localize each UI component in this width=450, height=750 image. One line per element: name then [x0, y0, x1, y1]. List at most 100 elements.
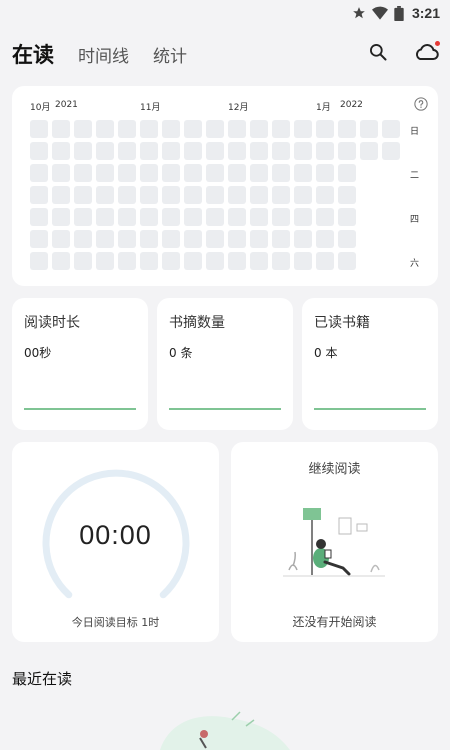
- heatmap-day-cell: [250, 164, 268, 182]
- heatmap-day-cell: [206, 208, 224, 226]
- heatmap-day-cell: [162, 230, 180, 248]
- heatmap-day-cell: [52, 164, 70, 182]
- heatmap-day-cell: [118, 208, 136, 226]
- heatmap-day-cell: [74, 120, 92, 138]
- heatmap-day-cell: [316, 252, 334, 270]
- heatmap-day-cell: [30, 164, 48, 182]
- battery-icon: [394, 5, 404, 21]
- stat-title: 书摘数量: [169, 315, 225, 331]
- heatmap-day-cell: [118, 252, 136, 270]
- status-bar: 3:21: [0, 0, 450, 26]
- tab-statistics[interactable]: 统计: [153, 42, 187, 67]
- heatmap-day-cell: [294, 120, 312, 138]
- heatmap-day-cell: [206, 164, 224, 182]
- heatmap-day-cell: [228, 252, 246, 270]
- continue-reading-card[interactable]: 继续阅读 还没有开始阅读: [231, 442, 438, 642]
- heatmap-day-cell: [140, 120, 158, 138]
- heatmap-day-cell: [184, 186, 202, 204]
- stat-trend-line: [24, 408, 136, 410]
- heatmap-day-cell: [52, 120, 70, 138]
- heatmap-day-cell: [52, 230, 70, 248]
- heatmap-day-cell: [294, 208, 312, 226]
- books-read-card[interactable]: 已读书籍 0 本: [302, 298, 438, 430]
- heatmap-day-cell: [140, 252, 158, 270]
- cloud-sync-button[interactable]: [412, 40, 440, 68]
- tab-reading[interactable]: 在读: [12, 39, 54, 69]
- heatmap-day-cell: [272, 208, 290, 226]
- cloud-icon: [413, 42, 439, 66]
- notification-dot: [435, 41, 440, 46]
- heatmap-day-cell: [74, 230, 92, 248]
- heatmap-day-cell: [96, 230, 114, 248]
- heatmap-day-cell: [206, 230, 224, 248]
- heatmap-day-cell: [272, 164, 290, 182]
- heatmap-day-cell: [118, 230, 136, 248]
- heatmap-day-cell: [206, 142, 224, 160]
- heatmap-day-cell: [52, 252, 70, 270]
- heatmap-day-cell: [96, 120, 114, 138]
- excerpt-count-card[interactable]: 书摘数量 0 条: [157, 298, 293, 430]
- wifi-icon: [371, 6, 388, 20]
- heatmap-day-cell: [360, 120, 378, 138]
- heatmap-day-cell: [294, 164, 312, 182]
- reading-time-card[interactable]: 阅读时长 00秒: [12, 298, 148, 430]
- heatmap-day-cell: [140, 186, 158, 204]
- heatmap-day-cell: [140, 208, 158, 226]
- heatmap-day-cell: [96, 142, 114, 160]
- header-actions: [364, 40, 440, 68]
- heatmap-day-cell: [30, 252, 48, 270]
- heatmap-day-cell: [316, 164, 334, 182]
- heatmap-day-cell: [316, 208, 334, 226]
- weekday-label: 六: [410, 259, 420, 269]
- help-icon[interactable]: [414, 96, 428, 115]
- heatmap-day-cell: [338, 186, 356, 204]
- stat-title: 已读书籍: [314, 315, 370, 331]
- heatmap-day-cell: [96, 186, 114, 204]
- heatmap-day-cell: [338, 164, 356, 182]
- heatmap-day-cell: [294, 252, 312, 270]
- heatmap-day-cell: [96, 164, 114, 182]
- stat-trend-line: [169, 408, 281, 410]
- stat-value: 00秒: [24, 346, 52, 360]
- recent-reading-title: 最近在读: [12, 670, 73, 688]
- heatmap-day-cell: [30, 186, 48, 204]
- heatmap-day-cell: [382, 142, 400, 160]
- tab-timeline[interactable]: 时间线: [78, 42, 129, 67]
- recent-empty-illustration: [160, 711, 290, 750]
- heatmap-day-cell: [338, 230, 356, 248]
- heatmap-day-cell: [250, 142, 268, 160]
- heatmap-day-cell: [228, 120, 246, 138]
- heatmap-day-cell: [228, 208, 246, 226]
- heatmap-day-cell: [250, 252, 268, 270]
- heatmap-day-cell: [228, 230, 246, 248]
- no-reading-message: 还没有开始阅读: [292, 615, 377, 629]
- heatmap-day-cell: [118, 120, 136, 138]
- heatmap-day-cell: [250, 230, 268, 248]
- heatmap-day-cell: [184, 252, 202, 270]
- reading-timer-card[interactable]: 00:00 今日阅读目标 1时: [12, 442, 219, 642]
- stat-trend-line: [314, 408, 426, 410]
- heatmap-day-cell: [294, 230, 312, 248]
- reading-person-illustration: [283, 508, 385, 577]
- search-button[interactable]: [364, 40, 392, 68]
- heatmap-day-cell: [162, 142, 180, 160]
- heatmap-day-cell: [162, 208, 180, 226]
- heatmap-day-cell: [184, 120, 202, 138]
- year-label: 2022: [340, 100, 363, 110]
- heatmap-day-cell: [272, 252, 290, 270]
- weekday-label: 日: [410, 127, 420, 137]
- month-label: 11月: [140, 103, 161, 113]
- heatmap-day-cell: [162, 252, 180, 270]
- stat-value: 0 条: [169, 346, 193, 360]
- heatmap-day-cell: [74, 252, 92, 270]
- heatmap-day-cell: [52, 208, 70, 226]
- heatmap-day-cell: [250, 208, 268, 226]
- heatmap-day-cell: [316, 230, 334, 248]
- heatmap-day-cell: [74, 142, 92, 160]
- heatmap-day-cell: [316, 142, 334, 160]
- heatmap-day-cell: [140, 230, 158, 248]
- heatmap-day-cell: [338, 208, 356, 226]
- heatmap-day-cell: [30, 120, 48, 138]
- heatmap-day-cell: [118, 164, 136, 182]
- heatmap-day-cell: [184, 164, 202, 182]
